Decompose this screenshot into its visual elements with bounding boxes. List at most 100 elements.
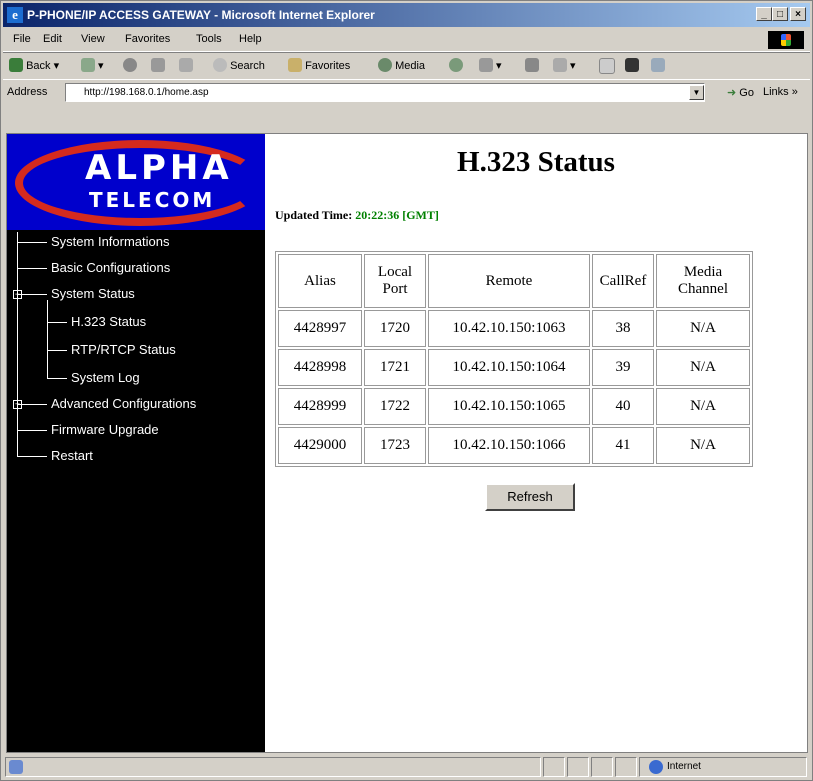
tree-branch [47,378,67,379]
cell-remote: 10.42.10.150:1066 [428,427,590,464]
logo-line1: ALPHA [85,148,233,188]
stop-icon [123,58,137,72]
history-icon [449,58,463,72]
browser-window: e P-PHONE/IP ACCESS GATEWAY - Microsoft … [0,0,813,781]
nav-firmware-upgrade[interactable]: Firmware Upgrade [51,422,159,437]
updated-time-label: Updated Time: [275,208,353,222]
cell-local-port: 1722 [364,388,426,425]
tree-branch [47,322,67,323]
column-header-remote: Remote [428,254,590,308]
go-arrow-icon: ➜ [727,87,737,99]
nav-system-informations[interactable]: System Informations [51,234,170,249]
discuss-button[interactable] [599,58,615,74]
table-header-row: Alias Local Port Remote CallRef Media Ch… [278,254,750,308]
refresh-button[interactable]: Refresh [485,483,575,511]
refresh-page-button[interactable] [151,58,165,72]
maximize-button[interactable]: □ [772,7,788,21]
status-bar: Internet [3,755,810,779]
forward-button[interactable]: ▾ [81,58,104,72]
expand-icon[interactable]: + [13,400,22,409]
cell-alias: 4428999 [278,388,362,425]
table-row: 4428999 1722 10.42.10.150:1065 40 N/A [278,388,750,425]
status-cell [591,757,613,777]
search-button[interactable]: Search [213,58,265,72]
messenger-icon [625,58,639,72]
status-cell [615,757,637,777]
logo-line2: TELECOM [89,188,216,212]
collapse-icon[interactable]: − [13,290,22,299]
close-button[interactable]: × [790,7,806,21]
nav-system-log[interactable]: System Log [71,370,140,385]
mail-icon [479,58,493,72]
address-bar: Address http://198.168.0.1/home.asp ▼ ➜ … [3,79,810,106]
nav-system-status[interactable]: System Status [51,286,135,301]
nav-restart[interactable]: Restart [51,448,93,463]
cell-callref: 41 [592,427,654,464]
menu-bar: File Edit View Favorites Tools Help [3,29,810,52]
cell-alias: 4428997 [278,310,362,347]
favorites-button[interactable]: Favorites [288,58,350,72]
internet-globe-icon [649,760,663,774]
edit-button[interactable]: ▾ [553,58,576,72]
menu-view[interactable]: View [81,33,105,45]
address-input[interactable]: http://198.168.0.1/home.asp [65,83,705,102]
h323-status-table: Alias Local Port Remote CallRef Media Ch… [275,251,753,467]
nav-rtp-rtcp-status[interactable]: RTP/RTCP Status [71,342,176,357]
cell-media-channel: N/A [656,310,750,347]
back-button[interactable]: Back ▾ [9,58,59,72]
cell-callref: 39 [592,349,654,386]
column-header-alias: Alias [278,254,362,308]
back-label: Back [26,60,51,72]
cell-local-port: 1720 [364,310,426,347]
search-label: Search [230,60,265,72]
table-row: 4428998 1721 10.42.10.150:1064 39 N/A [278,349,750,386]
title-bar: e P-PHONE/IP ACCESS GATEWAY - Microsoft … [3,3,810,27]
main-panel: H.323 Status Updated Time: 20:22:36 [GMT… [265,134,807,752]
print-button[interactable] [525,58,539,72]
media-button[interactable]: Media [378,58,425,72]
page-content: ALPHA TELECOM − + System Informations Ba… [6,133,808,753]
go-label: Go [739,87,754,99]
messenger-button[interactable] [625,58,639,72]
mail-button[interactable]: ▾ [479,58,502,72]
page-title: H.323 Status [457,146,615,178]
alpha-telecom-logo: ALPHA TELECOM [7,134,265,230]
updated-time-value: 20:22:36 [GMT] [355,208,439,222]
tree-trunk-line [17,232,18,456]
go-button[interactable]: ➜ Go [727,86,754,99]
minimize-button[interactable]: _ [756,7,772,21]
links-button[interactable]: Links » [763,86,798,98]
nav-basic-configurations[interactable]: Basic Configurations [51,260,170,275]
menu-edit[interactable]: Edit [43,33,62,45]
menu-file[interactable]: File [13,33,31,45]
cell-media-channel: N/A [656,388,750,425]
cell-media-channel: N/A [656,427,750,464]
edit-icon [553,58,567,72]
history-button[interactable] [449,58,463,72]
windows-logo-icon [768,31,804,49]
nav-h323-status[interactable]: H.323 Status [71,314,146,329]
tree-branch [47,350,67,351]
menu-favorites[interactable]: Favorites [125,33,170,45]
research-button[interactable] [651,58,665,72]
nav-advanced-configurations[interactable]: Advanced Configurations [51,396,196,411]
menu-tools[interactable]: Tools [196,33,222,45]
status-cell [567,757,589,777]
tree-branch [17,242,47,243]
window-title: P-PHONE/IP ACCESS GATEWAY - Microsoft In… [27,8,375,22]
print-icon [525,58,539,72]
column-header-media-channel: Media Channel [656,254,750,308]
menu-help[interactable]: Help [239,33,262,45]
ie-logo-icon: e [7,7,23,23]
stop-button[interactable] [123,58,137,72]
address-dropdown-button[interactable]: ▼ [689,85,704,100]
home-icon [179,58,193,72]
discuss-icon [599,58,615,74]
media-label: Media [395,60,426,72]
table-row: 4428997 1720 10.42.10.150:1063 38 N/A [278,310,750,347]
tree-branch [17,456,47,457]
zone-label: Internet [667,761,701,772]
cell-callref: 40 [592,388,654,425]
toolbar: Back ▾ ▾ Search Favorites Media ▾ ▾ [3,52,810,80]
home-button[interactable] [179,58,193,72]
